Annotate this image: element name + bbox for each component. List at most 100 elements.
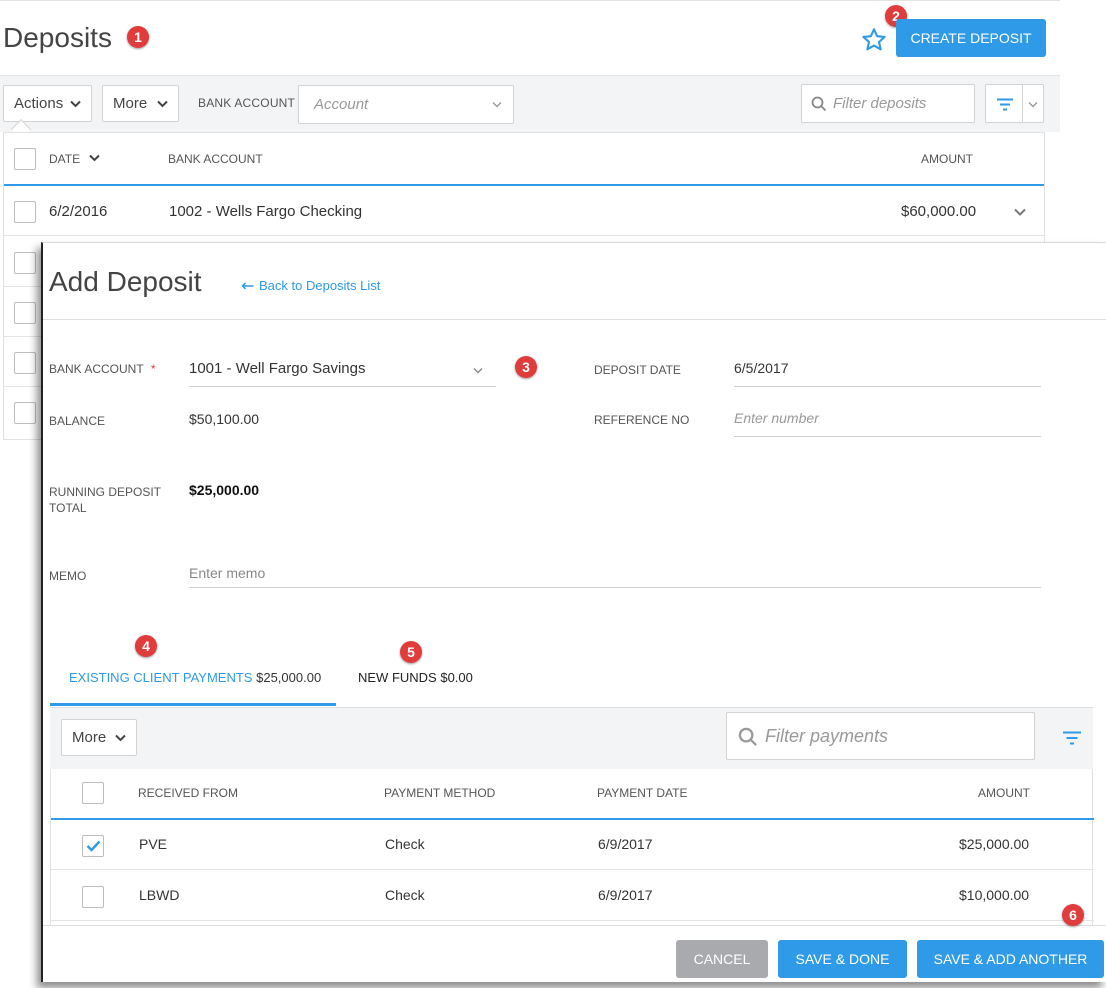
add-deposit-panel: Add Deposit Back to Deposits List BANK A… <box>41 242 1106 982</box>
running-total-value: $25,000.00 <box>189 482 260 498</box>
tab-label: EXISTING CLIENT PAYMENTS <box>69 670 253 685</box>
callout-badge-1: 1 <box>127 26 149 48</box>
bank-account-label-text: BANK ACCOUNT <box>49 362 144 376</box>
chevron-down-icon <box>115 734 126 742</box>
payments-more-dropdown[interactable]: More <box>61 719 137 756</box>
field-underline <box>734 436 1041 437</box>
create-deposit-button[interactable]: CREATE DEPOSIT <box>896 19 1046 57</box>
row-checkbox[interactable] <box>14 302 36 324</box>
filter-payments-input[interactable]: Filter payments <box>726 712 1035 760</box>
filter-options-button[interactable] <box>985 84 1044 123</box>
tab-label: NEW FUNDS <box>358 670 437 685</box>
actions-label: Actions <box>14 95 64 112</box>
more-label: More <box>113 95 148 112</box>
running-total-label: RUNNING DEPOSIT TOTAL <box>49 485 161 515</box>
callout-badge-3: 3 <box>515 356 537 378</box>
row-checkbox[interactable] <box>14 201 36 223</box>
balance-value: $50,100.00 <box>189 411 260 427</box>
search-icon <box>738 727 758 747</box>
bank-account-select[interactable]: 1001 - Well Fargo Savings <box>189 357 496 387</box>
deposit-date-input[interactable]: 6/5/2017 <box>734 360 789 376</box>
panel-title: Add Deposit <box>49 266 202 297</box>
header-divider <box>43 319 1106 320</box>
row-amount: $60,000.00 <box>901 203 977 220</box>
filter-icon[interactable] <box>1062 731 1082 745</box>
chevron-down-icon <box>157 100 168 108</box>
sort-chevron-icon <box>89 154 100 162</box>
filter-payments-placeholder: Filter payments <box>765 726 889 746</box>
tab-new-funds[interactable]: NEW FUNDS $0.00 <box>358 670 473 685</box>
row-payment-method: Check <box>385 887 425 903</box>
search-icon <box>811 96 827 112</box>
row-received-from: PVE <box>139 836 168 852</box>
chevron-down-icon <box>473 367 483 374</box>
row-payment-method: Check <box>385 836 425 852</box>
column-header-payment-date[interactable]: PAYMENT DATE <box>597 786 687 800</box>
memo-label: MEMO <box>49 569 87 583</box>
row-amount: $10,000.00 <box>959 887 1030 903</box>
memo-input[interactable]: Enter memo <box>189 565 265 581</box>
column-header-amount[interactable]: AMOUNT <box>921 152 973 166</box>
row-checkbox[interactable] <box>82 886 104 908</box>
column-header-label: DATE <box>49 152 81 166</box>
bank-account-label: BANK ACCOUNT * <box>49 361 155 377</box>
checkmark-icon <box>86 840 101 852</box>
chevron-down-icon <box>1028 101 1038 108</box>
chevron-down-icon <box>492 101 502 108</box>
field-underline <box>734 386 1041 387</box>
payments-toolbar: More Filter payments <box>50 707 1093 769</box>
actions-dropdown[interactable]: Actions <box>3 85 92 122</box>
deposit-date-label: DEPOSIT DATE <box>594 363 681 377</box>
tab-existing-client-payments[interactable]: EXISTING CLIENT PAYMENTS $25,000.00 <box>69 670 321 685</box>
callout-badge-6: 6 <box>1062 904 1084 926</box>
row-payment-date: 6/9/2017 <box>598 887 653 903</box>
select-all-checkbox[interactable] <box>82 782 104 804</box>
bank-account-value: 1001 - Well Fargo Savings <box>189 360 366 377</box>
column-header-received-from[interactable]: RECEIVED FROM <box>138 786 238 800</box>
account-select[interactable]: Account <box>298 85 514 124</box>
row-checkbox[interactable] <box>14 352 36 374</box>
column-header-date[interactable]: DATE <box>49 152 100 166</box>
row-payment-date: 6/9/2017 <box>598 836 653 852</box>
field-underline <box>189 587 1041 588</box>
payments-table: RECEIVED FROM PAYMENT METHOD PAYMENT DAT… <box>50 769 1094 929</box>
expand-chevron-icon[interactable] <box>1014 208 1026 216</box>
more-label: More <box>72 729 107 746</box>
table-row[interactable]: 6/2/2016 1002 - Wells Fargo Checking $60… <box>4 186 1044 236</box>
save-and-add-another-button[interactable]: SAVE & ADD ANOTHER <box>917 940 1104 978</box>
top-divider <box>0 0 1060 1</box>
table-row[interactable]: PVE Check 6/9/2017 $25,000.00 <box>51 820 1094 870</box>
row-date: 6/2/2016 <box>49 203 108 220</box>
tab-amount: $0.00 <box>440 670 473 685</box>
callout-badge-4: 4 <box>135 635 157 657</box>
field-underline <box>189 386 496 387</box>
row-checkbox[interactable] <box>14 402 36 424</box>
table-row[interactable]: LBWD Check 6/9/2017 $10,000.00 <box>51 871 1094 921</box>
column-header-payment-method[interactable]: PAYMENT METHOD <box>384 786 495 800</box>
list-toolbar: Actions More BANK ACCOUNT Account Filter… <box>0 75 1060 139</box>
account-placeholder: Account <box>314 96 369 113</box>
save-and-done-button[interactable]: SAVE & DONE <box>778 940 907 978</box>
chevron-down-icon <box>70 100 81 108</box>
row-checkbox-checked[interactable] <box>82 835 104 857</box>
more-dropdown[interactable]: More <box>102 85 179 122</box>
cancel-button[interactable]: CANCEL <box>676 940 768 978</box>
reference-no-label: REFERENCE NO <box>594 413 690 427</box>
page-title: Deposits <box>3 22 112 53</box>
column-header-amount[interactable]: AMOUNT <box>978 786 1030 800</box>
row-received-from: LBWD <box>139 887 180 903</box>
back-to-list-link[interactable]: Back to Deposits List <box>241 278 380 293</box>
bank-account-filter-label: BANK ACCOUNT <box>198 96 296 110</box>
row-checkbox[interactable] <box>14 252 36 274</box>
row-bank-account: 1002 - Wells Fargo Checking <box>169 203 363 220</box>
tab-amount: $25,000.00 <box>256 670 322 685</box>
select-all-checkbox[interactable] <box>14 148 36 170</box>
arrow-left-icon <box>241 282 254 290</box>
reference-no-input[interactable]: Enter number <box>734 410 819 426</box>
divider <box>1022 85 1023 122</box>
balance-label: BALANCE <box>49 414 106 428</box>
filter-deposits-input[interactable]: Filter deposits <box>801 84 975 123</box>
star-icon[interactable] <box>860 26 888 54</box>
filter-icon <box>996 98 1014 111</box>
column-header-bank-account[interactable]: BANK ACCOUNT <box>168 152 263 166</box>
